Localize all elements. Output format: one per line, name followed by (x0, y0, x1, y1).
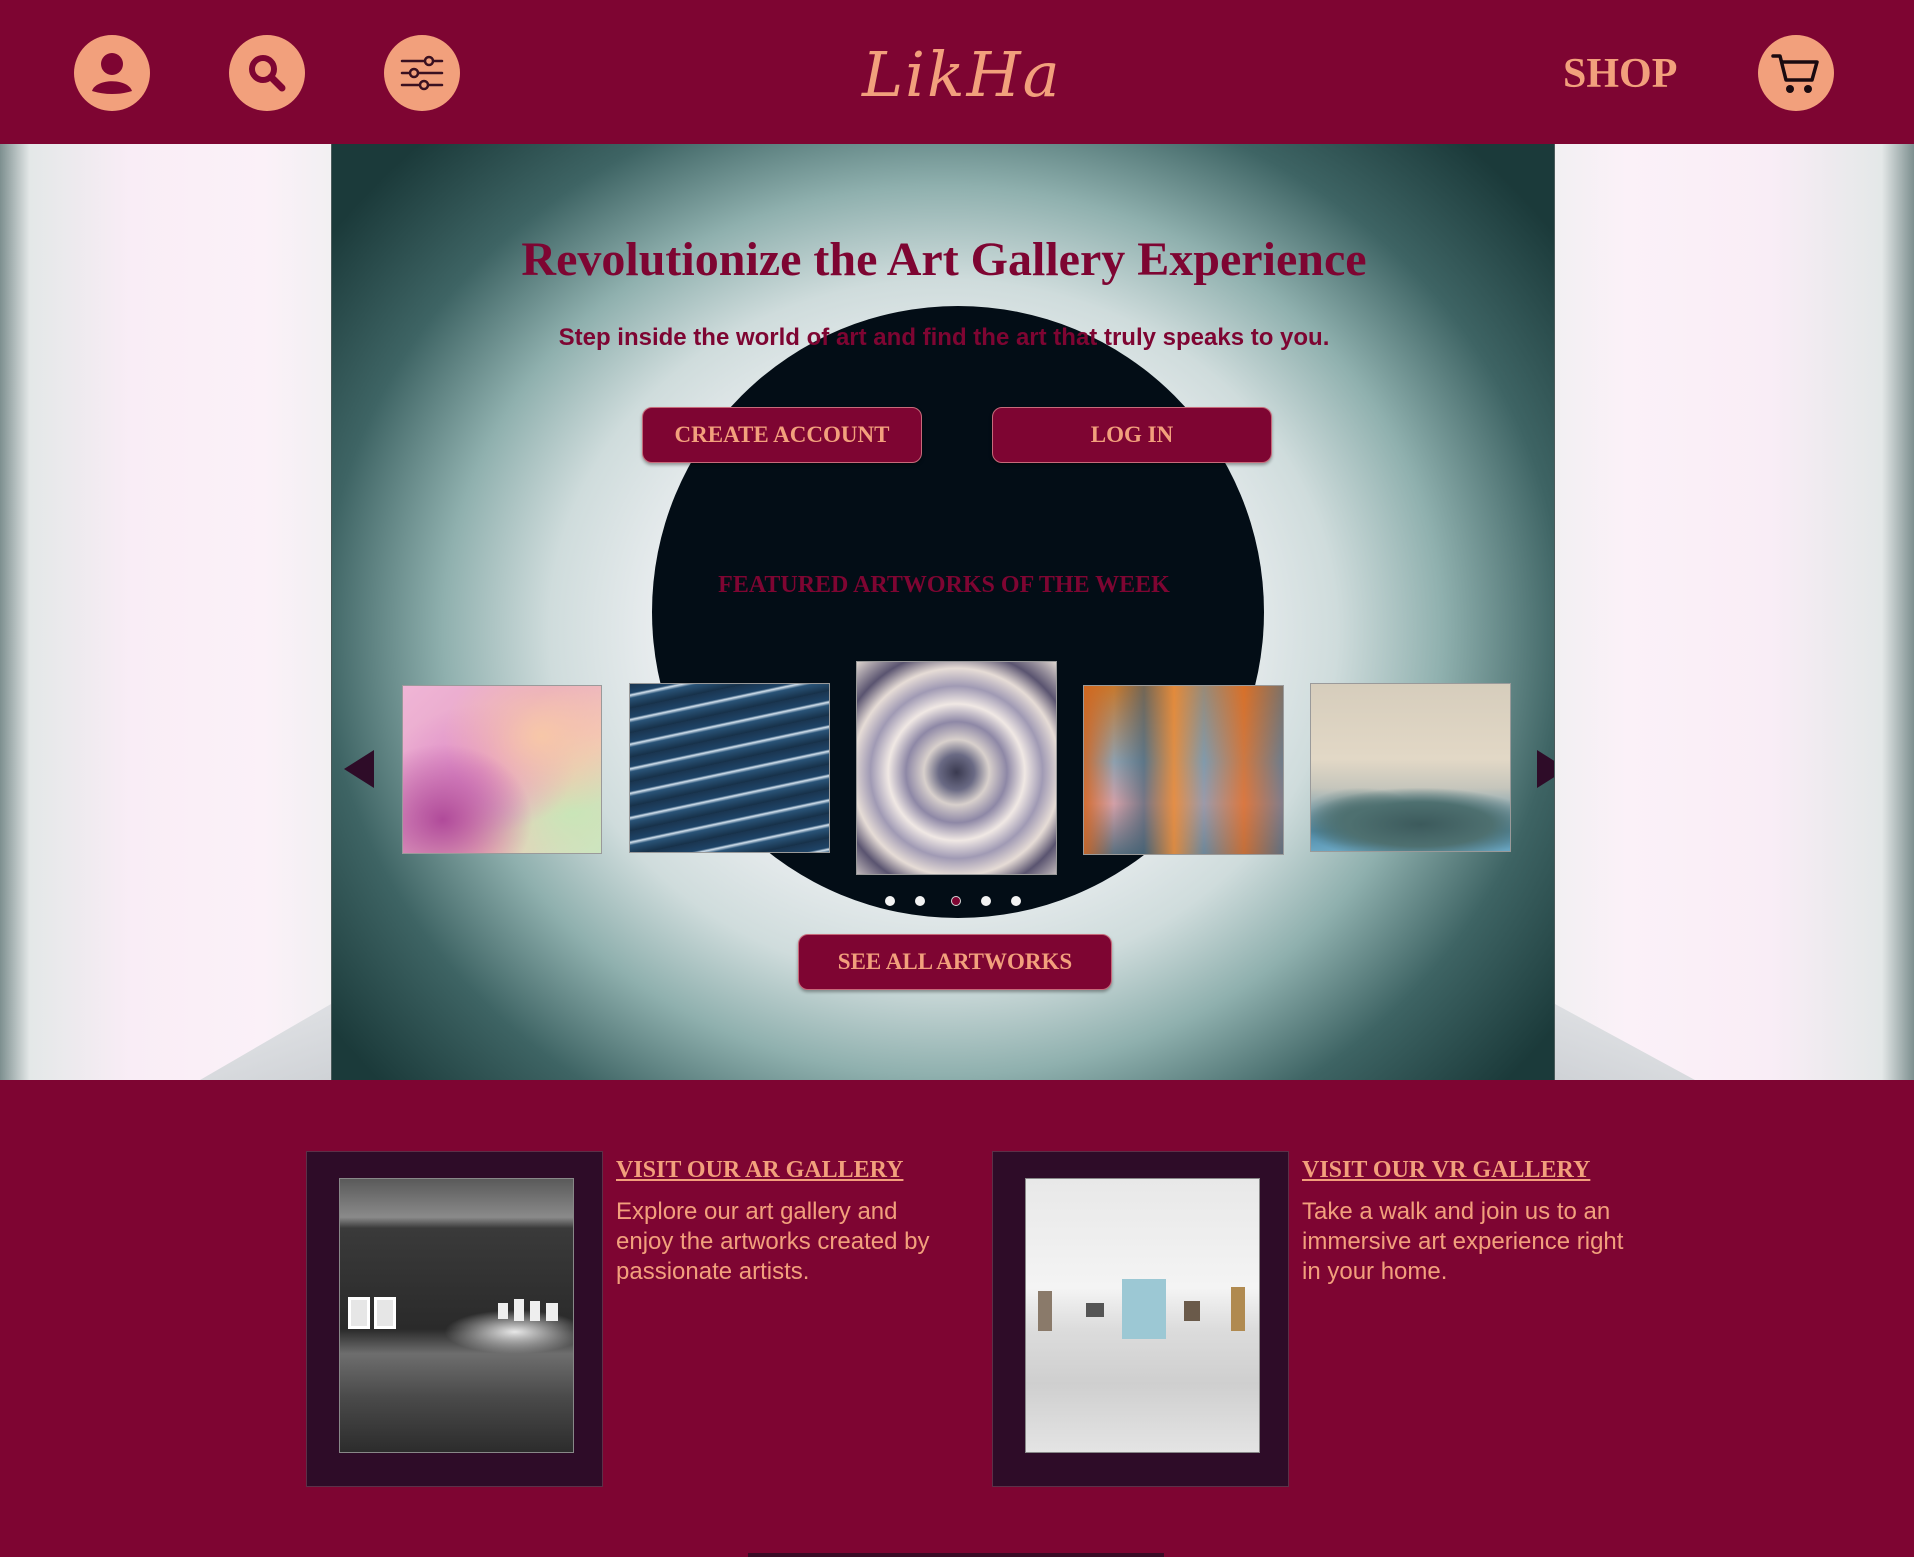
vr-gallery-link[interactable]: VISIT OUR VR GALLERY (1302, 1157, 1590, 1184)
vr-gallery-description: Take a walk and join us to an immersive … (1302, 1198, 1624, 1285)
artwork-misty-landscape[interactable] (1310, 683, 1511, 852)
carousel-dot-1[interactable] (885, 896, 895, 906)
login-button[interactable]: LOG IN (992, 407, 1272, 463)
ar-photo-frame-5 (530, 1301, 540, 1321)
artwork-pink-abstract[interactable] (402, 685, 602, 854)
vr-photo-frame-2 (1086, 1303, 1104, 1317)
carousel-prev-arrow[interactable] (344, 750, 374, 788)
see-all-artworks-button[interactable]: SEE ALL ARTWORKS (798, 934, 1112, 990)
user-icon (92, 53, 132, 94)
vr-photo-frame-3 (1184, 1301, 1200, 1321)
carousel-dot-5[interactable] (1011, 896, 1021, 906)
search-icon (249, 55, 286, 92)
vr-photo-doorway (1122, 1279, 1166, 1339)
ar-photo-frame-2 (374, 1297, 396, 1329)
ar-gallery-description: Explore our art gallery and enjoy the ar… (616, 1198, 930, 1285)
filter-button[interactable] (384, 35, 460, 111)
site-logo[interactable]: LikHa (862, 38, 1062, 111)
ar-photo-frame-1 (348, 1297, 370, 1329)
create-account-button[interactable]: CREATE ACCOUNT (642, 407, 922, 463)
gallery-wall-left (0, 144, 331, 1080)
cart-icon (1771, 54, 1819, 93)
ar-gallery-link[interactable]: VISIT OUR AR GALLERY (616, 1157, 903, 1184)
filter-icon (400, 55, 444, 91)
ar-gallery-card[interactable] (306, 1151, 603, 1487)
cart-button[interactable] (1758, 35, 1834, 111)
vr-gallery-card[interactable] (992, 1151, 1289, 1487)
hero-section: Revolutionize the Art Gallery Experience… (0, 144, 1914, 1080)
ar-photo-frame-6 (546, 1303, 558, 1321)
vr-gallery-photo[interactable] (1025, 1178, 1260, 1453)
user-account-button[interactable] (74, 35, 150, 111)
carousel-dot-4[interactable] (981, 896, 991, 906)
featured-artworks-heading: FEATURED ARTWORKS OF THE WEEK (718, 572, 1170, 598)
gallery-wall-right (1555, 144, 1914, 1080)
ar-photo-frame-3 (498, 1303, 508, 1319)
ar-photo-frame-4 (514, 1299, 524, 1321)
shop-link[interactable]: SHOP (1563, 50, 1677, 98)
ar-gallery-photo[interactable] (339, 1178, 574, 1453)
hero-subtitle: Step inside the world of art and find th… (558, 324, 1330, 351)
artwork-orange-reflection[interactable] (1083, 685, 1284, 855)
footer-divider (748, 1553, 1164, 1557)
carousel-next-arrow[interactable] (1537, 750, 1554, 788)
artwork-swirl-marble[interactable] (856, 661, 1057, 875)
top-navigation-bar: LikHa SHOP (0, 0, 1914, 144)
carousel-dot-3[interactable] (951, 896, 961, 906)
hero-panel: Revolutionize the Art Gallery Experience… (331, 144, 1555, 1080)
vr-photo-frame-1 (1038, 1291, 1052, 1331)
search-button[interactable] (229, 35, 305, 111)
vr-photo-frame-4 (1231, 1287, 1245, 1331)
carousel-dot-2[interactable] (915, 896, 925, 906)
hero-title: Revolutionize the Art Gallery Experience (521, 233, 1367, 286)
artwork-blue-waves[interactable] (629, 683, 830, 853)
